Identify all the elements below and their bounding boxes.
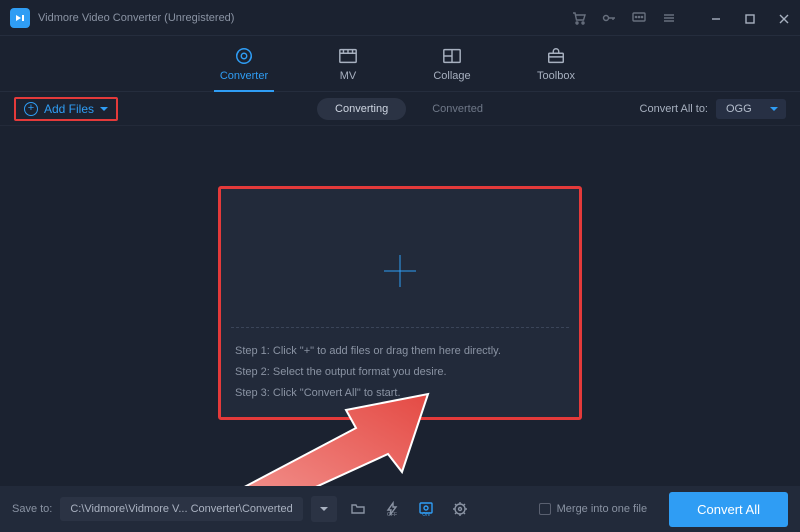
maximize-button[interactable]: [744, 12, 756, 24]
add-files-label: Add Files: [44, 102, 94, 116]
plus-circle-icon: [24, 102, 38, 116]
key-icon[interactable]: [602, 11, 616, 25]
save-to-label: Save to:: [12, 503, 52, 515]
hardware-accel-icon[interactable]: OFF: [379, 496, 405, 522]
menu-icon[interactable]: [662, 11, 676, 25]
divider: [231, 327, 569, 328]
convert-all-button[interactable]: Convert All: [669, 492, 788, 527]
close-button[interactable]: [778, 12, 790, 24]
step-text: Step 1: Click "+" to add files or drag t…: [235, 341, 501, 362]
main-tabs: Converter MV Collage Toolbox: [0, 36, 800, 92]
minimize-button[interactable]: [710, 12, 722, 24]
tab-mv[interactable]: MV: [318, 36, 378, 92]
svg-text:ON: ON: [422, 512, 430, 517]
tab-collage[interactable]: Collage: [422, 36, 482, 92]
svg-text:OFF: OFF: [387, 512, 397, 517]
tab-label: MV: [340, 70, 357, 82]
step-text: Step 2: Select the output format you des…: [235, 362, 501, 383]
content-area: Step 1: Click "+" to add files or drag t…: [0, 126, 800, 486]
tab-label: Collage: [433, 70, 470, 82]
title-bar: Vidmore Video Converter (Unregistered): [0, 0, 800, 36]
window-title: Vidmore Video Converter (Unregistered): [38, 12, 234, 24]
bottom-bar: Save to: C:\Vidmore\Vidmore V... Convert…: [0, 486, 800, 532]
segment-converting[interactable]: Converting: [317, 98, 406, 120]
cart-icon[interactable]: [572, 11, 586, 25]
output-format-value: OGG: [726, 103, 752, 115]
segment-converted[interactable]: Converted: [432, 103, 483, 115]
tab-converter[interactable]: Converter: [214, 36, 274, 92]
settings-icon[interactable]: [447, 496, 473, 522]
merge-label: Merge into one file: [557, 503, 648, 515]
save-path[interactable]: C:\Vidmore\Vidmore V... Converter\Conver…: [60, 497, 302, 521]
drop-zone[interactable]: Step 1: Click "+" to add files or drag t…: [218, 186, 582, 420]
add-files-button[interactable]: Add Files: [14, 97, 118, 121]
convert-all-to-label: Convert All to:: [640, 103, 708, 115]
save-path-dropdown[interactable]: [311, 496, 337, 522]
output-format-select[interactable]: OGG: [716, 99, 786, 119]
add-files-plus-icon[interactable]: [382, 253, 418, 294]
instruction-steps: Step 1: Click "+" to add files or drag t…: [235, 341, 501, 404]
app-logo-icon: [10, 8, 30, 28]
chevron-down-icon: [770, 107, 778, 111]
feedback-icon[interactable]: [632, 11, 646, 25]
gpu-accel-icon[interactable]: ON: [413, 496, 439, 522]
tab-label: Converter: [220, 70, 268, 82]
tab-label: Toolbox: [537, 70, 575, 82]
action-bar: Add Files Converting Converted Convert A…: [0, 92, 800, 126]
chevron-down-icon: [100, 107, 108, 111]
merge-checkbox[interactable]: [539, 503, 551, 515]
step-text: Step 3: Click "Convert All" to start.: [235, 383, 501, 404]
chevron-down-icon: [320, 507, 328, 511]
open-folder-icon[interactable]: [345, 496, 371, 522]
tab-toolbox[interactable]: Toolbox: [526, 36, 586, 92]
